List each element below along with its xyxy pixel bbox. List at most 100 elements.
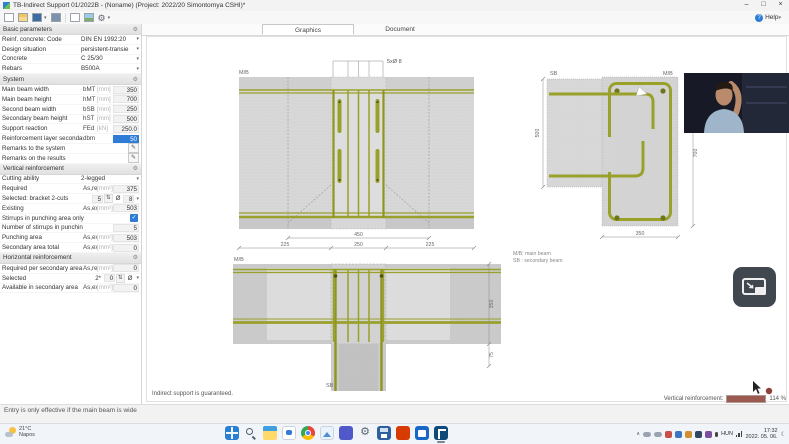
dim-elevation-seg2: 250: [354, 242, 363, 248]
tab-graphics[interactable]: Graphics: [262, 24, 354, 35]
chat-taskbar-icon[interactable]: [282, 426, 296, 440]
param-value-field[interactable]: 50: [113, 134, 139, 143]
section-header[interactable]: Horizontal reinforcement ⚙: [0, 252, 141, 264]
section-title: Horizontal reinforcement: [3, 254, 72, 262]
explorer-taskbar-icon[interactable]: [263, 426, 277, 440]
network-volume-icons[interactable]: [735, 431, 743, 437]
param-value-field[interactable]: 700: [113, 95, 139, 104]
utilization-label: Vertical reinforcement:: [663, 396, 724, 402]
param-value-field[interactable]: 503: [113, 204, 139, 213]
param-label: Reinforcement layer secondary beam: [2, 135, 83, 143]
tray-app-icon-5[interactable]: [705, 430, 713, 438]
settings-taskbar-icon[interactable]: ⚙: [358, 426, 372, 440]
elevation-mb-label: M/B: [239, 70, 249, 76]
print-preview-icon[interactable]: [69, 13, 80, 22]
window-title: TB-Indirect Support 01/2022B - (Noname) …: [13, 2, 246, 9]
section-title: Basic parameters: [3, 25, 52, 33]
param-value-field[interactable]: 0: [113, 243, 139, 252]
status-message: Entry is only effective if the main beam…: [4, 407, 137, 414]
cursor-icon: [753, 381, 761, 394]
spinner-icon[interactable]: ⇅: [104, 194, 113, 204]
plan-view: M/B SB 350 75: [233, 257, 501, 391]
param-select[interactable]: 2-legged ▾: [81, 175, 139, 182]
minimize-button[interactable]: –: [738, 0, 755, 11]
chrome-taskbar-icon[interactable]: [301, 426, 315, 440]
param-row: Cutting ability 2-legged ▾: [0, 175, 141, 185]
settings-gear-icon[interactable]: ⚙: [98, 13, 106, 23]
section-options-icon[interactable]: ⚙: [133, 165, 138, 172]
dim-section-height: 700: [693, 149, 699, 158]
tray-app-icon-4[interactable]: [695, 430, 703, 438]
section-options-icon[interactable]: ⚙: [133, 254, 138, 261]
office-taskbar-icon[interactable]: [396, 426, 410, 440]
settings-dropdown-icon[interactable]: ▾: [108, 15, 111, 21]
edit-remarks-button[interactable]: ✎: [128, 143, 139, 154]
screen-share-button[interactable]: [733, 267, 776, 307]
section-header[interactable]: Basic parameters ⚙: [0, 24, 141, 35]
start-taskbar-icon[interactable]: [225, 426, 239, 440]
param-value-field[interactable]: 503: [113, 233, 139, 242]
section-header[interactable]: System ⚙: [0, 74, 141, 86]
param-symbol: As,exist: [83, 234, 97, 242]
param-select[interactable]: DIN EN 1992:20 ▾: [81, 36, 139, 43]
stirrup-annotation: 5xØ 8: [387, 59, 402, 65]
photos-taskbar-icon[interactable]: [320, 426, 334, 440]
param-value-field[interactable]: 0: [113, 283, 139, 292]
tray-app-icon-2[interactable]: [675, 430, 683, 438]
param-value-field[interactable]: 375: [113, 184, 139, 193]
new-document-icon[interactable]: [4, 13, 14, 22]
close-button[interactable]: ×: [772, 0, 789, 11]
edit-remarks-button[interactable]: ✎: [128, 153, 139, 164]
param-select[interactable]: B500A ▾: [81, 65, 139, 72]
window-controls: – □ ×: [738, 0, 789, 11]
section-header[interactable]: Vertical reinforcement ⚙: [0, 163, 141, 175]
weather-condition: Napos: [19, 432, 35, 438]
webcam-video[interactable]: [684, 73, 789, 133]
tray-app-icon-3[interactable]: [685, 430, 693, 438]
taskbar-clock[interactable]: 17:32 2022. 05. 06.: [745, 428, 777, 440]
open-file-icon[interactable]: [18, 13, 28, 22]
keyboard-language[interactable]: HUN: [721, 431, 733, 437]
microphone-icon[interactable]: [715, 431, 719, 437]
focus-assist-icon[interactable]: ☾: [781, 431, 786, 438]
stirrup-count-field[interactable]: 5: [92, 194, 104, 203]
save-taskbar-icon[interactable]: [377, 426, 391, 440]
help-menu[interactable]: ? Help ▾: [755, 13, 789, 22]
param-value-field[interactable]: 5: [113, 223, 139, 232]
param-value-field[interactable]: 0: [113, 264, 139, 273]
param-label: Design situation: [2, 45, 47, 53]
maximize-button[interactable]: □: [755, 0, 772, 11]
param-unit: [mm²]: [97, 204, 113, 212]
tab-document[interactable]: Document: [354, 24, 446, 35]
param-checkbox[interactable]: ✓: [130, 214, 138, 223]
param-select[interactable]: persistent-transie ▾: [81, 46, 139, 53]
tray-app-icon-1[interactable]: [665, 430, 673, 438]
image-export-icon[interactable]: [83, 13, 94, 22]
legend-line-1: M/B: main beam: [513, 251, 551, 257]
spinner-icon[interactable]: ⇅: [116, 273, 125, 283]
param-unit: [mm²]: [97, 284, 113, 292]
save-icon[interactable]: [32, 13, 42, 22]
store-taskbar-icon[interactable]: [415, 426, 429, 440]
bar-count-field[interactable]: 0: [104, 274, 116, 283]
param-value-field[interactable]: 500: [113, 114, 139, 123]
section-options-icon[interactable]: ⚙: [133, 26, 138, 33]
section-options-icon[interactable]: ⚙: [133, 76, 138, 83]
save-as-icon[interactable]: [50, 13, 61, 22]
dim-sb-height: 500: [535, 129, 541, 138]
cloud-sync-icon[interactable]: [654, 431, 663, 437]
param-value-field[interactable]: 250: [113, 105, 139, 114]
param-value-field[interactable]: 350: [113, 85, 139, 94]
frilo-taskbar-icon[interactable]: [434, 426, 448, 443]
param-label: Support reaction: [2, 125, 48, 133]
teams-taskbar-icon[interactable]: [339, 426, 353, 440]
stirrup-diameter-field[interactable]: 8: [123, 194, 135, 203]
search-taskbar-icon[interactable]: [244, 426, 258, 440]
taskbar-weather-widget[interactable]: 21°C Napos: [5, 426, 35, 438]
onedrive-icon[interactable]: [643, 431, 652, 437]
utilization-row: Vertical reinforcement: 114 %: [650, 395, 786, 403]
tray-expand-icon[interactable]: ∧: [636, 431, 640, 437]
param-select[interactable]: C 25/30 ▾: [81, 55, 139, 62]
save-dropdown-icon[interactable]: ▾: [44, 15, 47, 21]
param-value-field[interactable]: 250.0: [113, 124, 139, 133]
